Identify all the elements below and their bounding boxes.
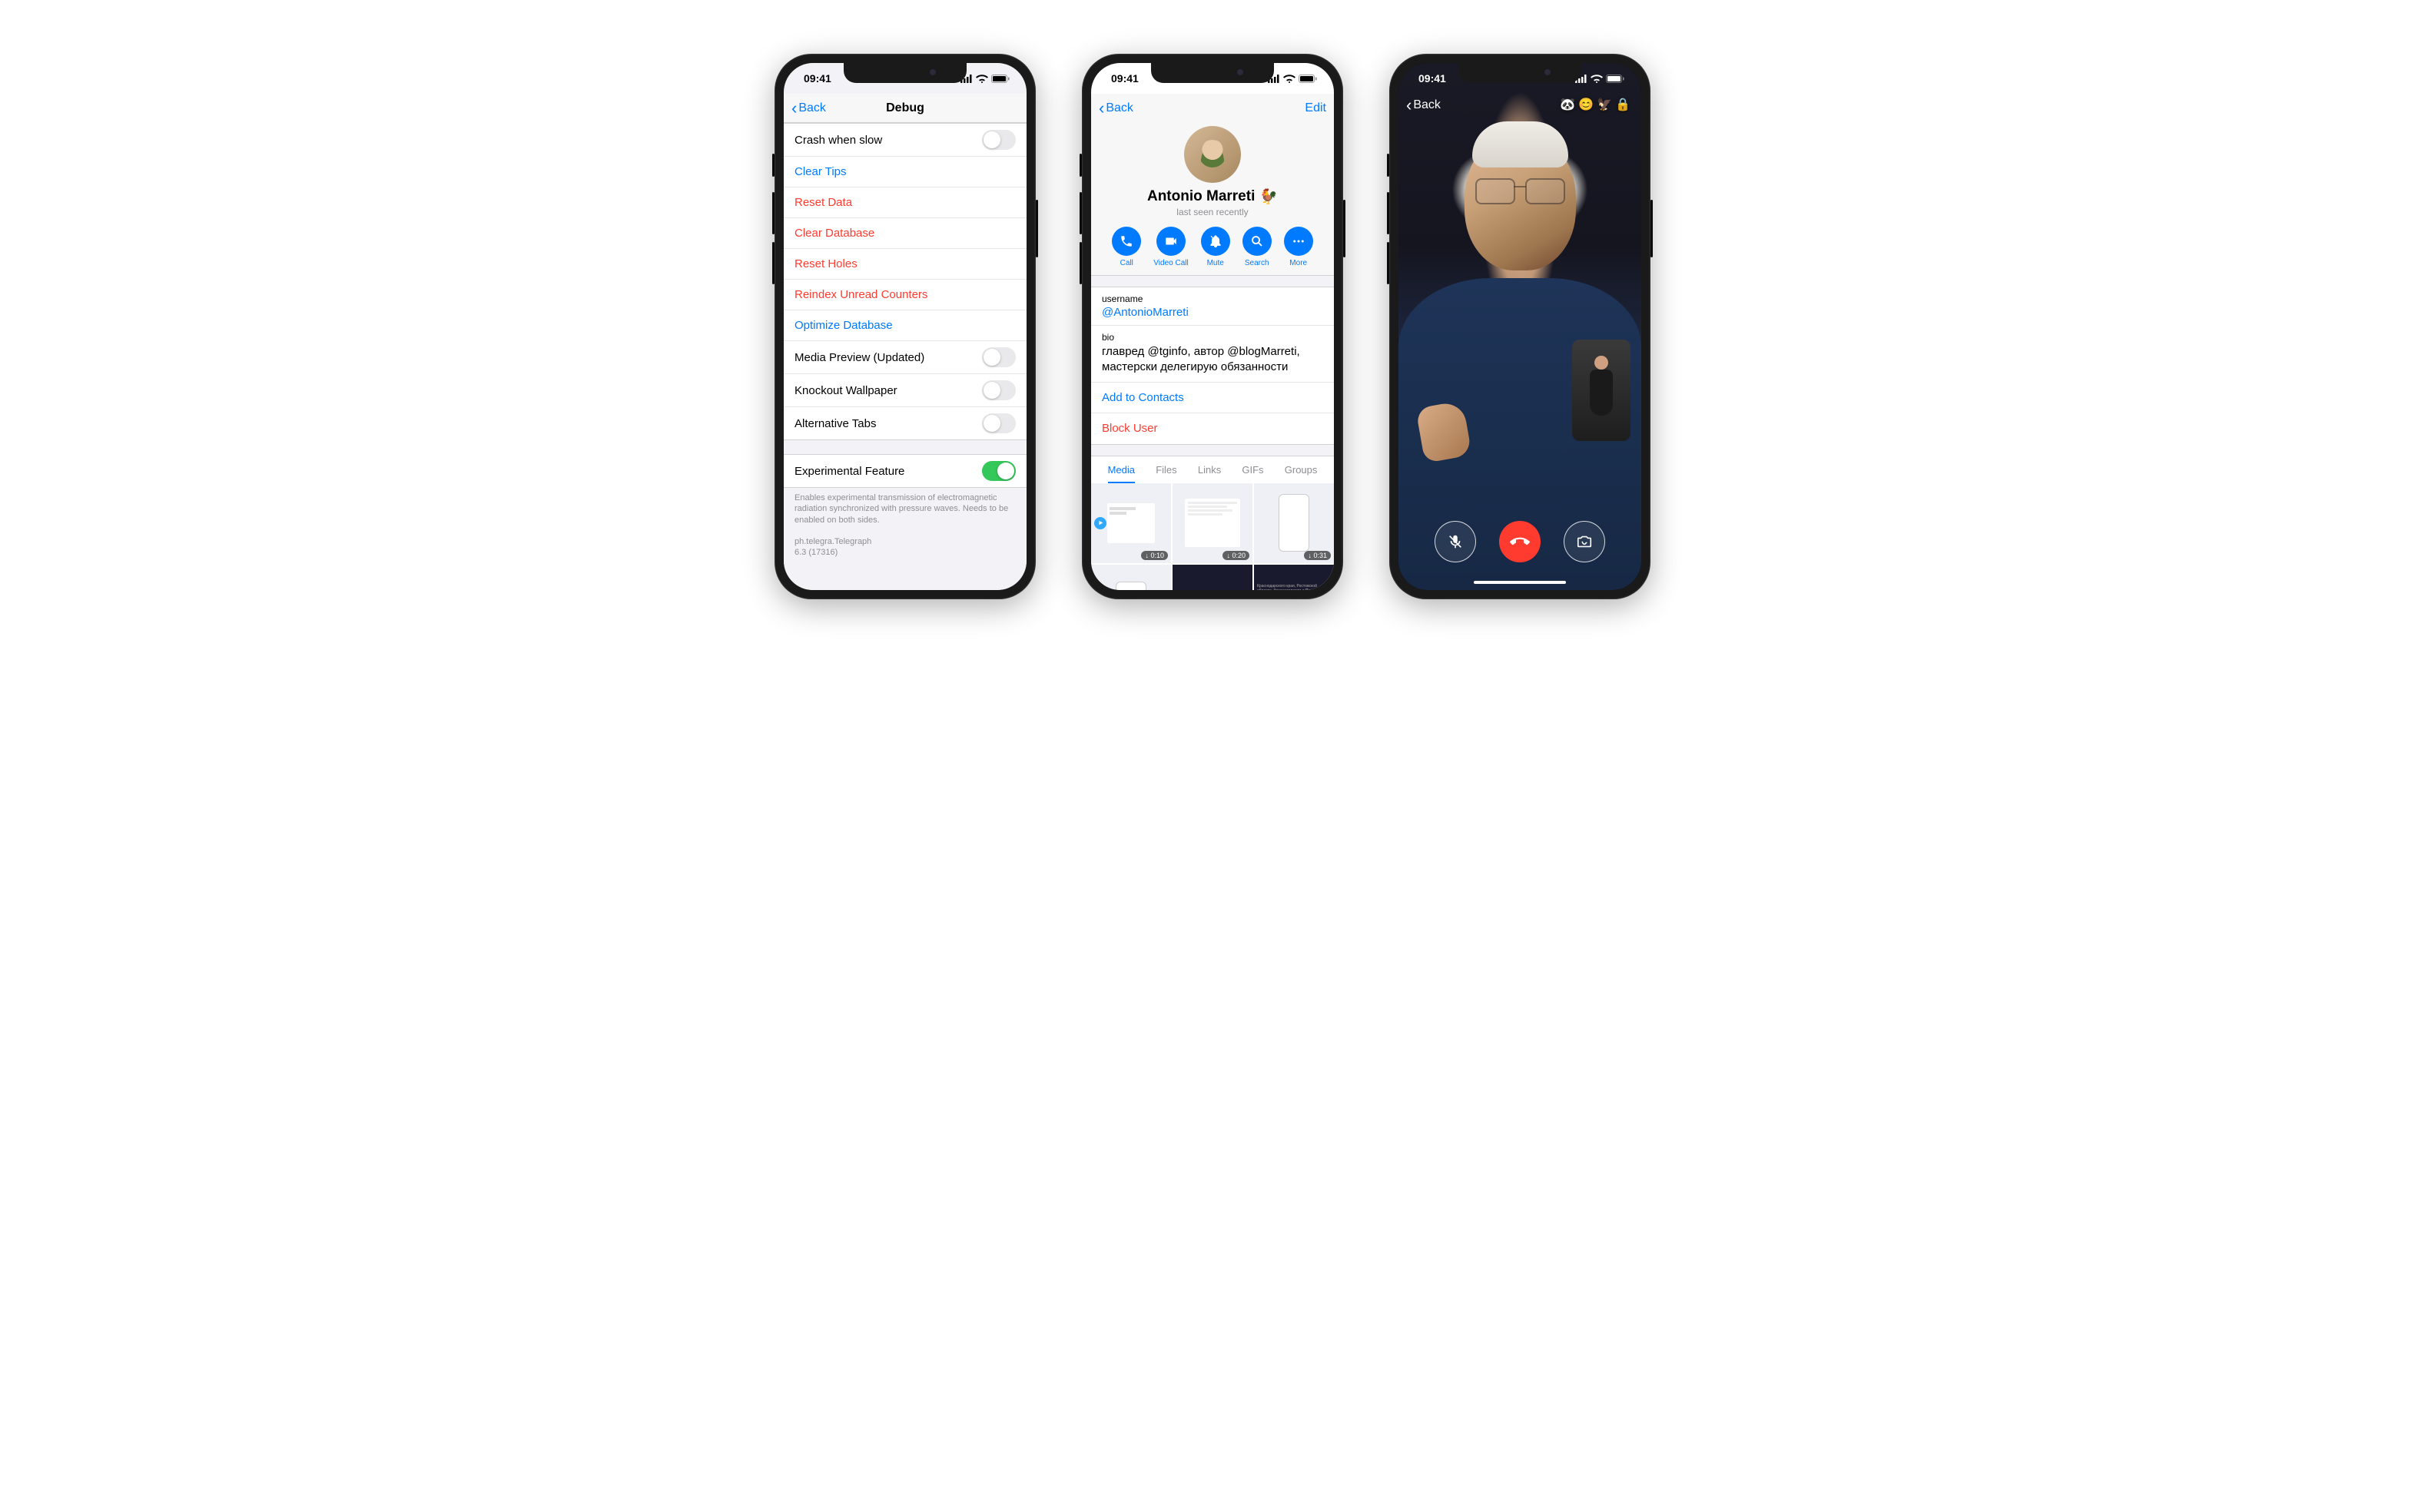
action-call[interactable]: Call: [1112, 227, 1141, 267]
battery-icon: [1299, 75, 1317, 83]
duration-badge: ↓ 0:10: [1141, 551, 1168, 560]
block-user[interactable]: Block User: [1091, 413, 1334, 444]
wifi-icon: [1283, 75, 1295, 83]
back-button[interactable]: ‹ Back: [1406, 97, 1441, 114]
tab-groups[interactable]: Groups: [1285, 464, 1318, 483]
flip-camera-button[interactable]: [1564, 521, 1605, 562]
bio-block: bio главред @tginfo, автор @blogMarreti,…: [1091, 326, 1334, 383]
avatar[interactable]: [1184, 126, 1241, 183]
mute-button[interactable]: [1435, 521, 1476, 562]
wifi-icon: [976, 75, 988, 83]
play-icon: [1094, 517, 1106, 529]
profile-name: Antonio Marreti 🐓: [1091, 187, 1334, 206]
phone-debug: 09:41 ‹ Back Debug Cr: [775, 54, 1036, 599]
media-item[interactable]: [1091, 565, 1171, 591]
media-item[interactable]: ↓ 0:20: [1173, 483, 1252, 563]
toggle[interactable]: [982, 413, 1016, 433]
toggle[interactable]: [982, 461, 1016, 481]
nav-title: Debug: [886, 101, 924, 115]
picture-in-picture[interactable]: [1572, 340, 1630, 441]
cell-reset-holes[interactable]: Reset Holes: [784, 249, 1027, 280]
section-footer: Enables experimental transmission of ele…: [784, 488, 1027, 536]
username-block[interactable]: username @AntonioMarreti: [1091, 287, 1334, 326]
home-indicator[interactable]: [1474, 581, 1566, 584]
duration-badge: ↓ 0:20: [1222, 551, 1249, 560]
media-item[interactable]: [1173, 565, 1252, 591]
back-button[interactable]: ‹ Back: [1099, 100, 1133, 117]
toggle[interactable]: [982, 130, 1016, 150]
cell-reset-data[interactable]: Reset Data: [784, 187, 1027, 218]
chevron-left-icon: ‹: [1406, 97, 1412, 114]
lock-icon: 🔒: [1615, 97, 1630, 112]
emoji-icon: 🦅: [1597, 97, 1612, 112]
profile-status: last seen recently: [1091, 207, 1334, 217]
media-item[interactable]: ↓ 0:31: [1254, 483, 1334, 563]
name-emoji-icon: 🐓: [1259, 187, 1278, 206]
build-info: ph.telegra.Telegraph 6.3 (17316): [784, 536, 1027, 569]
phone-video-call: 09:41 ‹ Back 🐼 😊 🦅 🔒: [1389, 54, 1650, 599]
back-button[interactable]: ‹ Back: [791, 100, 826, 117]
status-time: 09:41: [1111, 72, 1139, 85]
add-to-contacts[interactable]: Add to Contacts: [1091, 383, 1334, 413]
cell-clear-database[interactable]: Clear Database: [784, 218, 1027, 249]
tab-gifs[interactable]: GIFs: [1242, 464, 1263, 483]
status-time: 09:41: [1418, 72, 1446, 85]
media-grid: ↓ 0:10 ↓ 0:20 ↓ 0:31 Краснодарского края…: [1091, 483, 1334, 591]
cell-clear-tips[interactable]: Clear Tips: [784, 157, 1027, 187]
tab-files[interactable]: Files: [1156, 464, 1176, 483]
emoji-icon: 😊: [1578, 97, 1594, 112]
navbar: ‹ Back Edit: [1091, 94, 1334, 123]
debug-options-section: Crash when slow Clear Tips Reset Data Cl…: [784, 123, 1027, 440]
wifi-icon: [1591, 75, 1603, 83]
emoji-icon: 🐼: [1560, 97, 1575, 112]
action-mute[interactable]: Mute: [1201, 227, 1230, 267]
profile-header: Antonio Marreti 🐓 last seen recently Cal…: [1091, 123, 1334, 276]
end-call-button[interactable]: [1499, 521, 1541, 562]
navbar: ‹ Back Debug: [784, 94, 1027, 123]
edit-button[interactable]: Edit: [1305, 101, 1326, 115]
cell-alternative-tabs[interactable]: Alternative Tabs: [784, 407, 1027, 439]
duration-badge: ↓ 0:31: [1304, 551, 1331, 560]
media-item[interactable]: ↓ 0:10: [1091, 483, 1171, 563]
media-item[interactable]: Краснодарского края, Ростовской области,…: [1254, 565, 1334, 591]
cell-knockout-wallpaper[interactable]: Knockout Wallpaper: [784, 374, 1027, 407]
chevron-left-icon: ‹: [1099, 100, 1104, 117]
action-video-call[interactable]: Video Call: [1153, 227, 1188, 267]
phone-profile: 09:41 ‹ Back Edit Antonio Marreti 🐓 last: [1082, 54, 1343, 599]
action-more[interactable]: More: [1284, 227, 1313, 267]
call-key-emojis: 🐼 😊 🦅 🔒: [1560, 97, 1630, 112]
status-time: 09:41: [804, 72, 831, 85]
action-search[interactable]: Search: [1242, 227, 1272, 267]
experimental-section: Experimental Feature: [784, 454, 1027, 488]
battery-icon: [991, 75, 1010, 83]
battery-icon: [1606, 75, 1624, 83]
tab-media[interactable]: Media: [1108, 464, 1135, 483]
toggle[interactable]: [982, 347, 1016, 367]
media-tabs: Media Files Links GIFs Groups: [1091, 456, 1334, 483]
cell-experimental-feature[interactable]: Experimental Feature: [784, 455, 1027, 487]
cell-crash-when-slow[interactable]: Crash when slow: [784, 124, 1027, 157]
tab-links[interactable]: Links: [1198, 464, 1221, 483]
toggle[interactable]: [982, 380, 1016, 400]
cell-reindex-unread[interactable]: Reindex Unread Counters: [784, 280, 1027, 310]
cell-optimize-database[interactable]: Optimize Database: [784, 310, 1027, 341]
chevron-left-icon: ‹: [791, 100, 797, 117]
cell-media-preview[interactable]: Media Preview (Updated): [784, 341, 1027, 374]
